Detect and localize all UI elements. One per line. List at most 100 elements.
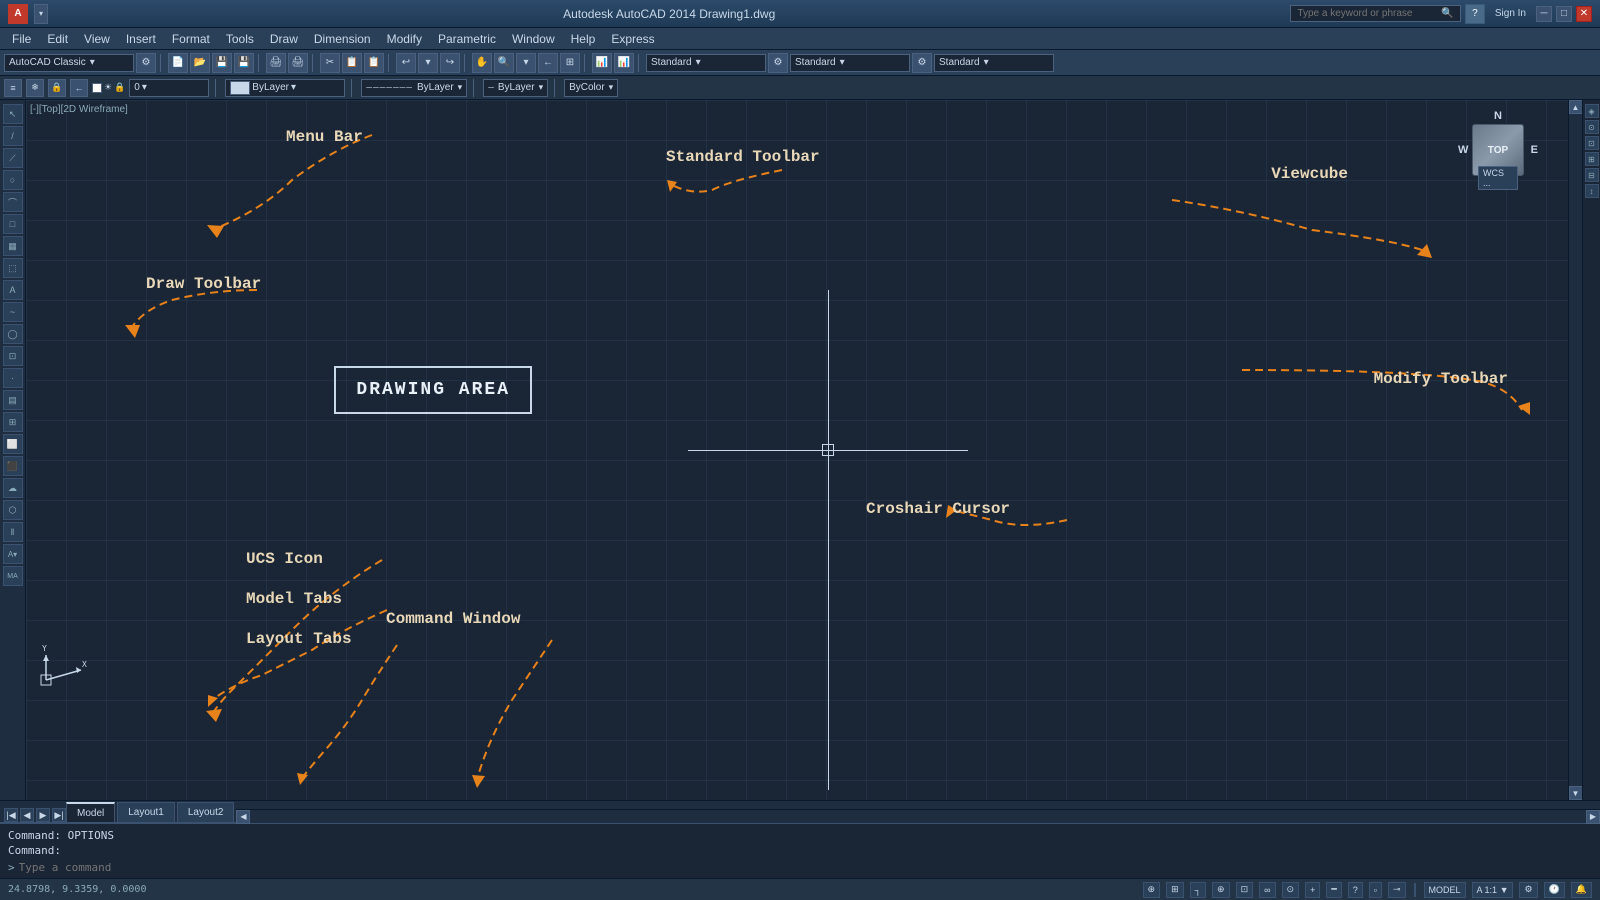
print-preview-btn[interactable]: 🖨: [288, 53, 308, 73]
ortho-btn[interactable]: ┐: [1190, 882, 1206, 898]
mtext-btn[interactable]: MA: [3, 566, 23, 586]
am-btn[interactable]: ⊸: [1388, 882, 1406, 898]
pan-btn[interactable]: ✋: [472, 53, 492, 73]
tab-layout1[interactable]: Layout1: [117, 802, 175, 822]
undo-drop-btn[interactable]: ▾: [418, 53, 438, 73]
search-input[interactable]: [1297, 8, 1437, 19]
draw-rect-btn[interactable]: □: [3, 214, 23, 234]
scroll-left-btn[interactable]: ◀: [236, 810, 250, 824]
select-btn[interactable]: ↖: [3, 104, 23, 124]
cut-btn[interactable]: ✂: [320, 53, 340, 73]
outer-right-btn3[interactable]: ⊡: [1585, 136, 1599, 150]
layer-name-dropdown[interactable]: 0 ▾: [129, 79, 209, 97]
draw-spline-btn[interactable]: ~: [3, 302, 23, 322]
command-input[interactable]: [19, 861, 1592, 874]
osnap-btn[interactable]: ⊡: [1236, 882, 1254, 898]
snap-btn[interactable]: ⊕: [1143, 882, 1161, 898]
otrack-btn[interactable]: ∞: [1259, 882, 1275, 898]
drawing-canvas[interactable]: [-][Top][2D Wireframe] N S E W TOP WCS .…: [26, 100, 1568, 800]
menu-edit[interactable]: Edit: [39, 30, 76, 48]
draw-3d-btn[interactable]: ⬡: [3, 500, 23, 520]
zoom-drop-btn[interactable]: ▾: [516, 53, 536, 73]
minimize-btn[interactable]: ─: [1536, 6, 1552, 22]
draw-wblock-btn[interactable]: ⬜: [3, 434, 23, 454]
menu-dimension[interactable]: Dimension: [306, 30, 379, 48]
draw-region-btn[interactable]: ⬚: [3, 258, 23, 278]
help-search-btn[interactable]: ?: [1465, 4, 1485, 24]
undo-btn[interactable]: ↩: [396, 53, 416, 73]
qp-btn[interactable]: ?: [1348, 882, 1363, 898]
paste-btn[interactable]: 📋: [364, 53, 384, 73]
scale-label[interactable]: A 1:1 ▼: [1472, 882, 1514, 898]
draw-insert-btn[interactable]: ⊡: [3, 346, 23, 366]
plotstyle-dropdown[interactable]: ByColor ▾: [564, 79, 618, 97]
draw-text-btn[interactable]: A: [3, 280, 23, 300]
bottom-scrollbar[interactable]: ◀ ▶: [236, 809, 1600, 823]
workspace-settings-btn[interactable]: ⚙: [136, 53, 156, 73]
layer-prev-btn[interactable]: ←: [70, 79, 88, 97]
style-dropdown3[interactable]: Standard ▾: [934, 54, 1054, 72]
draw-hatch-btn[interactable]: ▦: [3, 236, 23, 256]
polar-btn[interactable]: ⊕: [1212, 882, 1230, 898]
tab-nav-first[interactable]: |◀: [4, 808, 18, 822]
zoom-prev-btn[interactable]: ←: [538, 53, 558, 73]
grid-btn[interactable]: ⊞: [1166, 882, 1184, 898]
style-manage1-btn[interactable]: ⚙: [768, 53, 788, 73]
text-style-btn[interactable]: A▾: [3, 544, 23, 564]
style-manage2-btn[interactable]: ⚙: [912, 53, 932, 73]
save-btn[interactable]: 💾: [212, 53, 232, 73]
draw-gradient-btn[interactable]: ▤: [3, 390, 23, 410]
outer-right-btn1[interactable]: ◈: [1585, 104, 1599, 118]
saveas-btn[interactable]: 💾: [234, 53, 254, 73]
sign-in-btn[interactable]: Sign In: [1489, 8, 1532, 19]
color-bylayer-dropdown[interactable]: ByLayer ▾: [225, 79, 345, 97]
sc-btn[interactable]: ▫: [1369, 882, 1382, 898]
outer-right-btn2[interactable]: ⊙: [1585, 120, 1599, 134]
print-btn[interactable]: 🖨: [266, 53, 286, 73]
draw-ellipse-btn[interactable]: ◯: [3, 324, 23, 344]
layer-lock-btn[interactable]: 🔒: [48, 79, 66, 97]
menu-file[interactable]: File: [4, 30, 39, 48]
matchprop-btn[interactable]: 📊: [614, 53, 634, 73]
close-btn[interactable]: ✕: [1576, 6, 1592, 22]
menu-insert[interactable]: Insert: [118, 30, 164, 48]
ducs-btn[interactable]: ⊙: [1282, 882, 1300, 898]
model-label[interactable]: MODEL: [1424, 882, 1466, 898]
zoom-all-btn[interactable]: ⊞: [560, 53, 580, 73]
menu-window[interactable]: Window: [504, 30, 563, 48]
tab-nav-next[interactable]: ▶: [36, 808, 50, 822]
new-btn[interactable]: 📄: [168, 53, 188, 73]
open-btn[interactable]: 📂: [190, 53, 210, 73]
draw-table-btn[interactable]: ⊞: [3, 412, 23, 432]
notify-btn[interactable]: 🔔: [1571, 882, 1592, 898]
maximize-btn[interactable]: □: [1556, 6, 1572, 22]
scroll-right-btn[interactable]: ▶: [1586, 810, 1600, 824]
right-scrollbar[interactable]: ▲ ▼: [1568, 100, 1582, 800]
menu-parametric[interactable]: Parametric: [430, 30, 504, 48]
outer-right-btn6[interactable]: ↕: [1585, 184, 1599, 198]
redo-btn[interactable]: ↪: [440, 53, 460, 73]
draw-line-btn[interactable]: /: [3, 126, 23, 146]
draw-cloud-btn[interactable]: ☁: [3, 478, 23, 498]
workspace-dropdown[interactable]: AutoCAD Classic ▾: [4, 54, 134, 72]
scroll-down-btn[interactable]: ▼: [1569, 786, 1583, 800]
outer-right-btn5[interactable]: ⊟: [1585, 168, 1599, 182]
tab-nav-prev[interactable]: ◀: [20, 808, 34, 822]
draw-arc-btn[interactable]: ⌒: [3, 192, 23, 212]
menu-express[interactable]: Express: [603, 30, 662, 48]
quick-access-btn[interactable]: ▾: [34, 4, 48, 24]
tab-nav-last[interactable]: ▶|: [52, 808, 66, 822]
menu-format[interactable]: Format: [164, 30, 218, 48]
copy-btn[interactable]: 📋: [342, 53, 362, 73]
menu-modify[interactable]: Modify: [379, 30, 430, 48]
draw-viewport-btn[interactable]: ⬛: [3, 456, 23, 476]
menu-view[interactable]: View: [76, 30, 118, 48]
properties-btn[interactable]: 📊: [592, 53, 612, 73]
lineweight-dropdown[interactable]: ─ ByLayer ▾: [483, 79, 548, 97]
clock-btn[interactable]: 🕐: [1544, 882, 1565, 898]
dyn-btn[interactable]: +: [1305, 882, 1320, 898]
layer-props-btn[interactable]: ≡: [4, 79, 22, 97]
tab-layout2[interactable]: Layout2: [177, 802, 235, 822]
draw-polyline-btn[interactable]: ⟋: [3, 148, 23, 168]
wcs-label[interactable]: WCS ...: [1478, 166, 1518, 190]
